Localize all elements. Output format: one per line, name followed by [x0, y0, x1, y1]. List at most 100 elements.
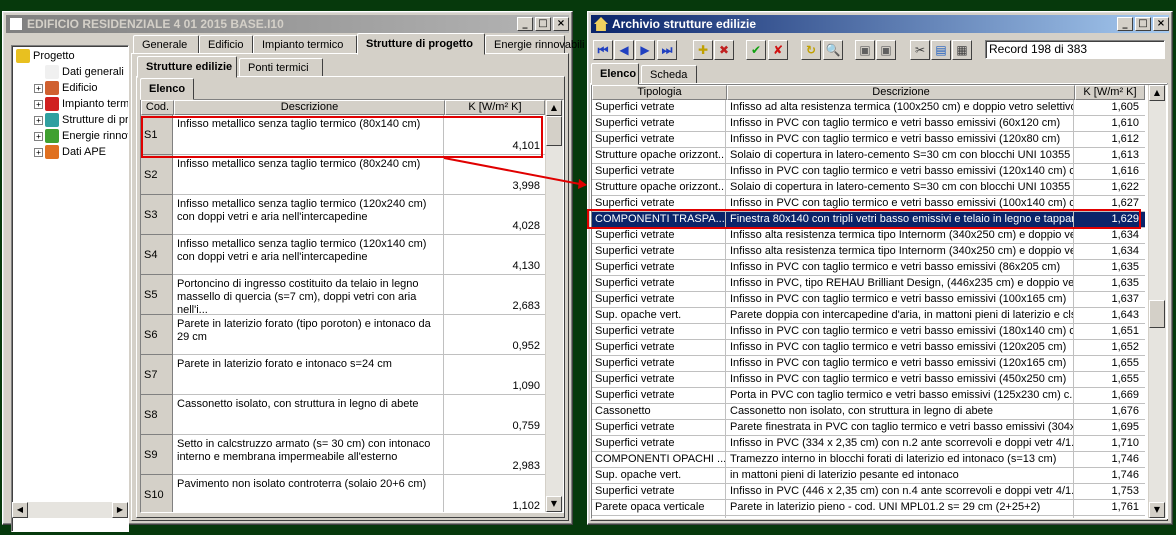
scroll-thumb[interactable]: [1149, 300, 1165, 328]
minimize-button[interactable]: _: [517, 17, 533, 31]
tree-node[interactable]: + Strutture di progetto: [34, 112, 128, 128]
scroll-down-button[interactable]: ▼: [1149, 502, 1165, 518]
column-header-cod[interactable]: Cod.: [141, 100, 174, 115]
scroll-left-button[interactable]: ◀: [12, 502, 28, 518]
table-row[interactable]: Cassonetto Cassonetto non isolato, con st…: [592, 404, 1145, 420]
table-row[interactable]: Superfici vetrate Infisso in PVC con tagl…: [592, 372, 1145, 388]
column-header-descrizione[interactable]: Descrizione: [727, 85, 1075, 100]
table-row[interactable]: Superfici vetrate Infisso in PVC con tagl…: [592, 260, 1145, 276]
table-row[interactable]: Sup. opache vert.Parete in laterizio pie…: [592, 516, 1145, 518]
table-row[interactable]: S7 Parete in laterizio forato e intonaco …: [141, 355, 545, 395]
maximize-button[interactable]: □: [1135, 17, 1151, 31]
paste-button[interactable]: ▣: [876, 40, 896, 60]
table-row[interactable]: Strutture opache orizzont... Solaio di co…: [592, 148, 1145, 164]
tab-impianto-termico[interactable]: Impianto termico: [253, 35, 357, 55]
column-header-tipologia[interactable]: Tipologia: [592, 85, 727, 100]
table-row[interactable]: Superfici vetrate Infisso in PVC con tagl…: [592, 132, 1145, 148]
tab-energie-rinnovabili[interactable]: Energie rinnovabili: [485, 35, 585, 55]
cut-button[interactable]: ✂: [910, 40, 930, 60]
table-row[interactable]: S3 Infisso metallico senza taglio termico…: [141, 195, 545, 235]
table-row[interactable]: S9 Setto in calcstruzzo armato (s= 30 cm)…: [141, 435, 545, 475]
table-row[interactable]: S10 Pavimento non isolato controterra (so…: [141, 475, 545, 512]
table-row[interactable]: Superfici vetrate Infisso alta resistenza…: [592, 228, 1145, 244]
subtab-ponti-termici[interactable]: Ponti termici: [239, 58, 323, 78]
confirm-button[interactable]: ✔: [746, 40, 766, 60]
grid-vertical-scrollbar[interactable]: ▲ ▼: [545, 100, 563, 512]
table-row[interactable]: COMPONENTI TRASPA... Finestra 80x140 con …: [592, 212, 1145, 228]
archive-window-titlebar[interactable]: Archivio strutture edilizie _ □ ×: [591, 15, 1169, 33]
scroll-up-button[interactable]: ▲: [546, 100, 562, 116]
tree-node[interactable]: + Energie rinnovabili: [34, 128, 128, 144]
tab-elenco[interactable]: Elenco: [140, 78, 195, 100]
table-row[interactable]: Superfici vetrate Infisso alta resistenza…: [592, 244, 1145, 260]
table-row[interactable]: Superfici vetrate Infisso in PVC con tagl…: [592, 116, 1145, 132]
tree-node[interactable]: Dati generali: [34, 64, 124, 80]
tab-scheda[interactable]: Scheda: [641, 65, 697, 85]
table-row[interactable]: Superfici vetrate Infisso ad alta resiste…: [592, 100, 1145, 116]
expand-icon[interactable]: +: [34, 147, 43, 157]
tab-elenco[interactable]: Elenco: [591, 63, 639, 85]
scroll-down-button[interactable]: ▼: [546, 496, 562, 512]
table-row[interactable]: Superfici vetrate Infisso in PVC con tagl…: [592, 324, 1145, 340]
scroll-thumb[interactable]: [546, 116, 562, 146]
prev-button[interactable]: ◀: [614, 40, 634, 60]
cancel-button[interactable]: ✘: [768, 40, 788, 60]
tree-node[interactable]: Progetto: [16, 48, 75, 64]
table-row[interactable]: S5 Portoncino di ingresso costituito da t…: [141, 275, 545, 315]
table-row[interactable]: Superfici vetrate Infisso in PVC, tipo RE…: [592, 276, 1145, 292]
tab-generale[interactable]: Generale: [133, 35, 199, 55]
table-row[interactable]: Superfici vetrate Infisso in PVC (446 x 2…: [592, 484, 1145, 500]
column-header-k[interactable]: K [W/m² K]: [1075, 85, 1145, 100]
table-row[interactable]: Sup. opache vert. Parete doppia con inter…: [592, 308, 1145, 324]
minimize-button[interactable]: _: [1117, 17, 1133, 31]
close-button[interactable]: ×: [553, 17, 569, 31]
table-row[interactable]: S8 Cassonetto isolato, con struttura in l…: [141, 395, 545, 435]
expand-icon[interactable]: +: [34, 83, 43, 93]
refresh-button[interactable]: ↻: [801, 40, 821, 60]
table-row[interactable]: S6 Parete in laterizio forato (tipo porot…: [141, 315, 545, 355]
table-row[interactable]: Superfici vetrate Infisso in PVC (334 x 2…: [592, 436, 1145, 452]
table-row[interactable]: Superfici vetrate Infisso in PVC con tagl…: [592, 292, 1145, 308]
expand-icon[interactable]: +: [34, 99, 43, 109]
tab-edificio[interactable]: Edificio: [199, 35, 253, 55]
table-row[interactable]: S1 Infisso metallico senza taglio termico…: [141, 115, 545, 155]
search-button[interactable]: 🔍: [823, 40, 843, 60]
project-window-titlebar[interactable]: EDIFICIO RESIDENZIALE 4 01 2015 BASE.I10…: [6, 15, 569, 33]
close-button[interactable]: ×: [1153, 17, 1169, 31]
table-row[interactable]: S4 Infisso metallico senza taglio termico…: [141, 235, 545, 275]
table-row[interactable]: Superfici vetrate Porta in PVC con taglio…: [592, 388, 1145, 404]
column-header-k[interactable]: K [W/m² K]: [445, 100, 545, 115]
project-tree[interactable]: Progetto Dati generali + Edificio + Impianto …: [11, 45, 129, 532]
table-row[interactable]: S2 Infisso metallico senza taglio termico…: [141, 155, 545, 195]
last-button[interactable]: ⏭: [657, 40, 677, 60]
table-row[interactable]: Superfici vetrate Infisso in PVC con tagl…: [592, 164, 1145, 180]
subtab-strutture-edilizie[interactable]: Strutture edilizie: [137, 56, 237, 78]
strutture-grid[interactable]: Cod. Descrizione K [W/m² K] S1 Infisso me…: [140, 99, 564, 513]
clipboard-button[interactable]: ▤: [931, 40, 951, 60]
archive-vertical-scrollbar[interactable]: ▲ ▼: [1148, 85, 1166, 518]
copy-button[interactable]: ▣: [855, 40, 875, 60]
maximize-button[interactable]: □: [535, 17, 551, 31]
table-row[interactable]: Superfici vetrate Parete finestrata in PV…: [592, 420, 1145, 436]
scroll-up-button[interactable]: ▲: [1149, 85, 1165, 101]
tab-strutture-di-progetto[interactable]: Strutture di progetto: [357, 33, 485, 55]
table-row[interactable]: Superfici vetrate Infisso in PVC con tagl…: [592, 340, 1145, 356]
expand-icon[interactable]: +: [34, 115, 43, 125]
table-row[interactable]: Superfici vetrate Infisso in PVC con tagl…: [592, 196, 1145, 212]
archive-grid[interactable]: Tipologia Descrizione K [W/m² K] Superfi…: [591, 84, 1168, 519]
table-row[interactable]: COMPONENTI OPACHI ... Tramezzo interno in…: [592, 452, 1145, 468]
tree-node[interactable]: + Impianto termico: [34, 96, 128, 112]
first-button[interactable]: ⏮: [593, 40, 613, 60]
table-row[interactable]: Superfici vetrate Infisso in PVC con tagl…: [592, 356, 1145, 372]
table-row[interactable]: Strutture opache orizzont... Solaio di co…: [592, 180, 1145, 196]
table-row[interactable]: Parete opaca verticale Parete in laterizi…: [592, 500, 1145, 516]
add-button[interactable]: ✚: [693, 40, 713, 60]
delete-button[interactable]: ✖: [714, 40, 734, 60]
tree-node[interactable]: + Dati APE: [34, 144, 106, 160]
table-row[interactable]: Sup. opache vert. in mattoni pieni di lat…: [592, 468, 1145, 484]
print-button[interactable]: ▦: [952, 40, 972, 60]
expand-icon[interactable]: +: [34, 131, 43, 141]
next-button[interactable]: ▶: [635, 40, 655, 60]
column-header-descrizione[interactable]: Descrizione: [174, 100, 445, 115]
tree-node[interactable]: + Edificio: [34, 80, 97, 96]
